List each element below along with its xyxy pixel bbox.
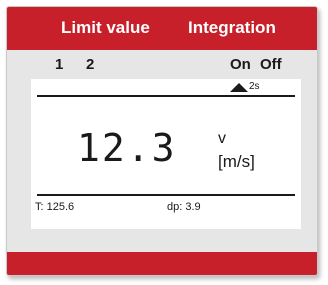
triangle-up-icon bbox=[230, 82, 248, 92]
off-button[interactable]: Off bbox=[260, 55, 282, 75]
timer-label: 2s bbox=[249, 81, 260, 92]
unit-label: [m/s] bbox=[218, 152, 255, 171]
measured-value: 12.3 bbox=[77, 126, 177, 170]
footer-bar bbox=[7, 252, 317, 275]
bottom-divider bbox=[37, 194, 295, 196]
lcd-screen: 2s 12.3 v [m/s] T: 125.6 dp: 3.9 bbox=[31, 79, 301, 229]
softkey-1[interactable]: 1 bbox=[55, 55, 63, 75]
tab-limit-value[interactable]: Limit value bbox=[61, 17, 150, 39]
header-bar: Limit value Integration bbox=[7, 7, 317, 50]
tab-integration[interactable]: Integration bbox=[188, 17, 276, 39]
differential-pressure-readout: dp: 3.9 bbox=[167, 201, 201, 213]
softkey-2[interactable]: 2 bbox=[86, 55, 94, 75]
quantity-symbol: v bbox=[218, 130, 226, 147]
top-divider bbox=[37, 95, 295, 97]
on-button[interactable]: On bbox=[230, 55, 251, 75]
temperature-readout: T: 125.6 bbox=[35, 201, 75, 213]
integration-timer: 2s bbox=[230, 81, 260, 93]
device-panel: Limit value Integration 1 2 On Off 2s 12… bbox=[6, 6, 318, 276]
